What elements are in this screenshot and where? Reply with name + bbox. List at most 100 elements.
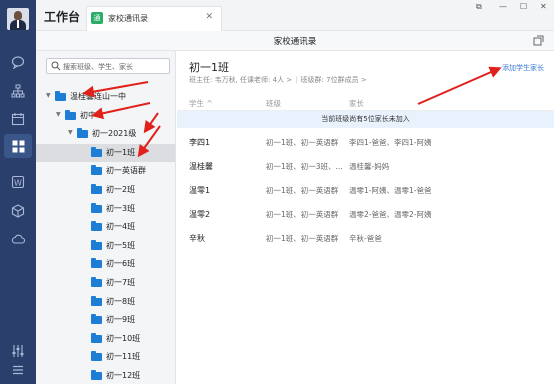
tree-item[interactable]: 初一8班 [36,293,175,311]
column-student[interactable]: 学生 ^ [189,98,213,109]
search-input[interactable] [63,61,167,72]
group-info-link[interactable]: 班级群: 7位群成员 > [301,76,367,84]
folder-icon [55,91,66,101]
folder-icon [91,221,102,232]
close-icon[interactable]: ✕ [205,12,213,22]
tree-item[interactable]: 初一9班 [36,311,175,329]
chat-icon[interactable] [9,53,27,71]
settings-sliders-icon[interactable] [9,342,27,360]
student-name: 李四1 [189,138,211,147]
table-row[interactable]: 温零2 初一1班、初一英语群 温零2-爸爸、温零2-阿姨 [177,204,554,227]
tree-item-label: 初一10班 [106,333,141,343]
student-classes: 初一1班、初一英语群 [266,210,339,219]
folder-icon [91,184,102,194]
workbench-icon[interactable] [4,134,32,158]
tree-item[interactable]: ▼ 初中 [36,107,175,125]
tree-item[interactable]: 初一11班 [36,348,175,366]
close-window-icon[interactable]: ✕ [540,2,547,11]
add-parent-link[interactable]: 添加学生家长 [502,63,544,73]
student-classes: 初一1班、初一3班、... [266,162,343,171]
cube-icon[interactable] [9,202,27,220]
contacts-app-icon: 通 [91,12,103,24]
student-classes: 初一1班、初一英语群 [266,234,339,243]
tree-item-label: 初一2班 [106,185,136,194]
minimize-icon[interactable]: — [499,2,507,11]
folder-icon [65,109,76,120]
table-row[interactable]: 温桂馨 初一1班、初一3班、... 温桂馨-妈妈 [177,156,554,179]
folder-icon [91,351,102,362]
maximize-icon[interactable]: ☐ [520,2,527,11]
table-row[interactable]: 温零1 初一1班、初一英语群 温零1-阿姨、温零1-爸爸 [177,180,554,203]
expand-arrow-icon[interactable]: ▼ [46,93,52,99]
table-row[interactable]: 辛秋 初一1班、初一英语群 辛秋-爸爸 [177,228,554,251]
svg-text:W: W [14,179,22,188]
tree-item[interactable]: ▼ 初一2021级 [36,125,175,143]
folder-icon [91,277,102,287]
tree-item[interactable]: 初一6班 [36,255,175,273]
tree-item[interactable]: 初一2班 [36,181,175,199]
expand-arrow-icon[interactable]: ▼ [56,111,62,118]
student-parents: 温桂馨-妈妈 [349,162,390,171]
tree-item-label: 初中 [80,110,96,120]
app-title: 工作台 [44,10,81,24]
class-tree-sidebar: ▼ 温桂馨连山一中 ▼ 初中 ▼ 初一2021级初一1班初一英语群初一2班初一3班初一4班… [36,51,176,384]
search-icon [51,61,61,71]
search-box[interactable] [46,58,170,74]
tree-item[interactable]: ▼ 温桂馨连山一中 [36,88,175,106]
student-name: 温零2 [189,210,211,219]
folder-icon [91,165,102,176]
tree-item-label: 初一2021级 [92,129,137,139]
window-title-bar: 家校通讯录 [36,31,554,51]
folder-icon [91,332,102,343]
tree-item[interactable]: 初一12班 [36,367,175,384]
tab-contacts[interactable]: 通 家校通讯录 ✕ [86,6,222,31]
folder-icon [91,370,102,380]
calendar-icon[interactable] [9,110,27,128]
tree-item-label: 初一7班 [106,278,136,287]
tree-item[interactable]: 初一1班 [36,143,175,162]
menu-icon[interactable] [9,361,27,379]
word-doc-icon[interactable]: W [9,173,27,191]
expand-arrow-icon[interactable]: ▼ [68,130,74,136]
folder-icon [91,258,102,269]
tree-item[interactable]: 初一英语群 [36,162,175,180]
student-name: 温零1 [189,186,211,195]
tree-item-label: 初一1班 [106,147,136,157]
class-title: 初一1班 [189,61,229,74]
student-parents: 温零1-阿姨、温零1-爸爸 [349,186,432,195]
restore-window-icon[interactable]: ⧉ [476,2,482,12]
table-header: 学生 ^ 班级 家长 [177,95,554,111]
window-title: 家校通讯录 [273,37,317,47]
tree-item[interactable]: 初一7班 [36,274,175,292]
column-class: 班级 [266,99,281,108]
left-nav-rail: W [0,0,36,384]
cloud-icon[interactable] [9,230,27,248]
user-avatar[interactable] [7,8,29,30]
student-parents: 温零2-爸爸、温零2-阿姨 [349,210,432,219]
tree-item[interactable]: 初一10班 [36,330,175,348]
tree-item-label: 初一3班 [106,203,136,213]
folder-icon [91,314,102,325]
tree-item-label: 初一英语群 [106,166,146,176]
teacher-info-link[interactable]: 班主任: 韦万秋, 任课老师: 4人 > [189,76,292,84]
class-detail-panel: 初一1班 班主任: 韦万秋, 任课老师: 4人 > | 班级群: 7位群成员 > 添… [177,51,554,384]
tree-item-label: 初一12班 [106,371,141,380]
top-bar: 工作台 通 家校通讯录 ✕ ⧉ — ☐ ✕ [36,0,554,31]
pop-out-icon[interactable] [533,35,544,46]
tree-item[interactable]: 初一4班 [36,218,175,236]
column-parent: 家长 [349,99,364,108]
folder-icon [91,146,102,157]
tree-item-label: 初一9班 [106,315,136,325]
folder-icon [77,128,88,139]
notice-banner: 当前班级尚有5位家长未加入 [177,111,554,128]
folder-icon [91,295,102,306]
student-name: 辛秋 [189,234,205,243]
student-name: 温桂馨 [189,162,213,171]
student-parents: 辛秋-爸爸 [349,234,382,243]
table-row[interactable]: 李四1 初一1班、初一英语群 李四1-爸爸、李四1-阿姨 [177,132,554,155]
tab-label: 家校通讯录 [108,14,148,23]
org-chart-icon[interactable] [9,82,27,100]
student-classes: 初一1班、初一英语群 [266,186,339,195]
tree-item[interactable]: 初一5班 [36,237,175,255]
tree-item[interactable]: 初一3班 [36,200,175,218]
